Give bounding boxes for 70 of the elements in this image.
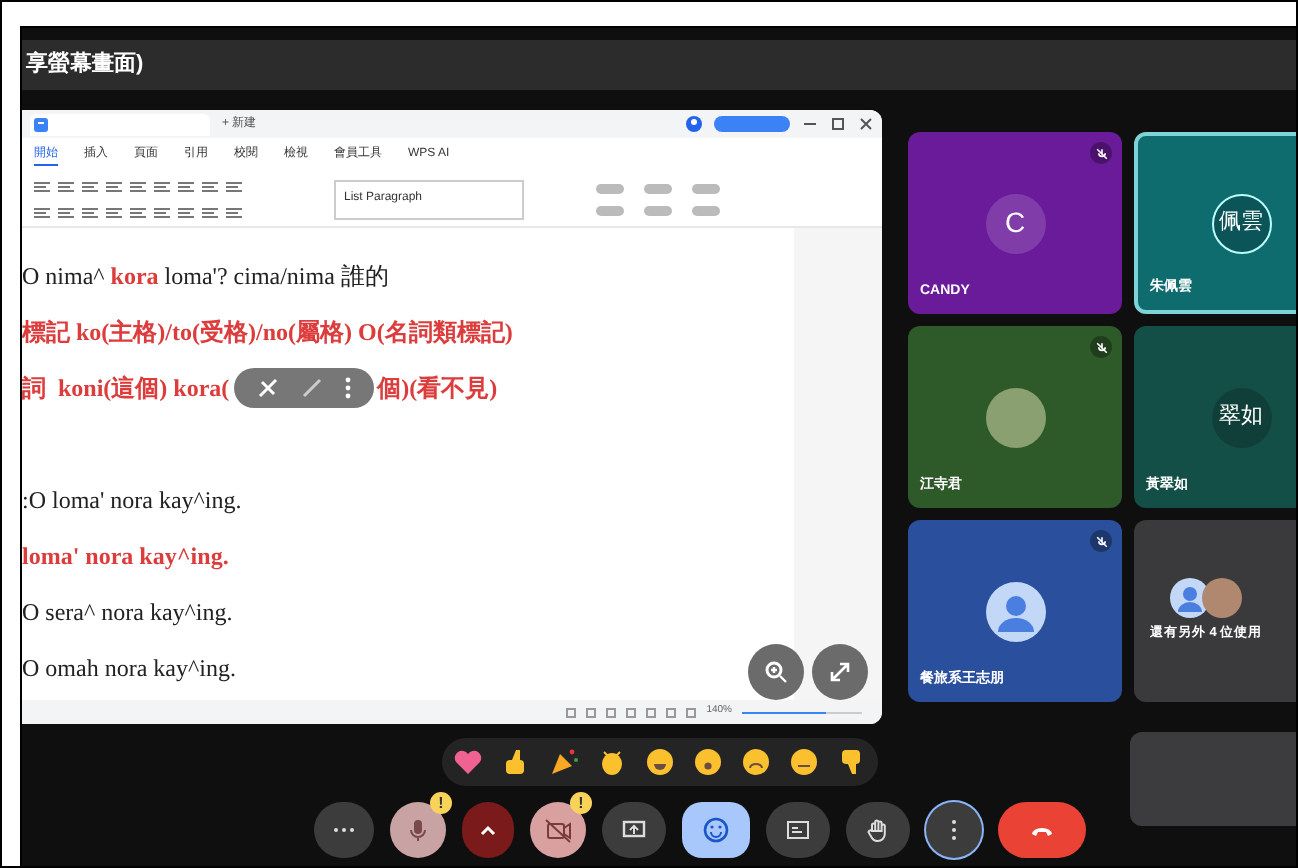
document-icon (34, 117, 48, 131)
document-text: 個)(看不見) (377, 372, 498, 404)
restore-icon (830, 116, 846, 132)
format-icon (202, 204, 218, 220)
avatar: 佩雲 (1211, 193, 1271, 253)
laugh-icon (644, 746, 676, 778)
photo-placeholder (1202, 578, 1243, 619)
close-icon (858, 116, 874, 132)
format-icon (154, 204, 170, 220)
document-text: loma'? cima/nima 誰的 (162, 260, 389, 292)
more-v-button[interactable] (926, 802, 982, 858)
document-text: 標記 ko(主格)/to(受格)/no(屬格) O(名詞類標記) (22, 316, 513, 348)
sad-reaction[interactable] (738, 744, 774, 780)
camera-off-icon (544, 816, 572, 844)
document-tab[interactable] (30, 113, 210, 135)
party-reaction[interactable] (546, 744, 582, 780)
zoom-icon (764, 660, 788, 684)
pen-icon (299, 376, 324, 400)
laugh-reaction[interactable] (642, 744, 678, 780)
emoji-icon (702, 816, 730, 844)
format-icon (58, 204, 74, 220)
avatar: C (985, 193, 1045, 253)
format-icon (34, 204, 50, 220)
format-icon (82, 204, 98, 220)
document-text: :O loma' nora kay^ing. (22, 484, 242, 516)
captions-button[interactable] (766, 802, 830, 858)
format-icon (58, 178, 74, 194)
window-title: 享螢幕畫面) (26, 49, 144, 81)
format-icon (226, 204, 242, 220)
document-text: O omah nora kay^ing. (22, 652, 236, 684)
format-icon (106, 178, 122, 194)
caret-button[interactable] (462, 802, 514, 858)
mic-button[interactable] (390, 802, 446, 858)
camera-button[interactable] (530, 802, 586, 858)
format-icon (130, 178, 146, 194)
format-icon (202, 178, 218, 194)
hand-button[interactable] (846, 802, 910, 858)
present-button[interactable] (602, 802, 666, 858)
format-icon (34, 178, 50, 194)
format-icon (82, 178, 98, 194)
person-icon (985, 581, 1045, 641)
sad-icon (740, 746, 772, 778)
avatar: 翠如 (1211, 387, 1271, 447)
login-button[interactable] (714, 116, 790, 132)
document-text: O nima^ (22, 260, 107, 292)
party-icon (548, 746, 580, 778)
document-text: 詞 koni(這個) kora( (22, 372, 230, 404)
account-icon (686, 116, 702, 132)
emoji-button[interactable] (682, 802, 750, 858)
photo-placeholder (985, 387, 1045, 447)
format-icon (130, 204, 146, 220)
captions-icon (784, 816, 812, 844)
hangup-button[interactable] (998, 802, 1086, 858)
format-icon (226, 178, 242, 194)
surprised-icon (692, 746, 724, 778)
hand-icon (864, 816, 892, 844)
document-text: loma' nora kay^ing. (22, 540, 229, 572)
format-icon (154, 178, 170, 194)
document-text: O sera^ nora kay^ing. (22, 596, 233, 628)
warning-badge: ! (430, 792, 452, 814)
format-icon (178, 204, 194, 220)
surprised-reaction[interactable] (690, 744, 726, 780)
microphone-icon (404, 816, 432, 844)
warning-badge: ! (570, 792, 592, 814)
format-icon (106, 204, 122, 220)
format-icon (178, 178, 194, 194)
document-text: kora (110, 260, 159, 292)
more-icon (343, 376, 352, 400)
expand-icon (828, 660, 852, 684)
heart-icon (452, 746, 484, 778)
